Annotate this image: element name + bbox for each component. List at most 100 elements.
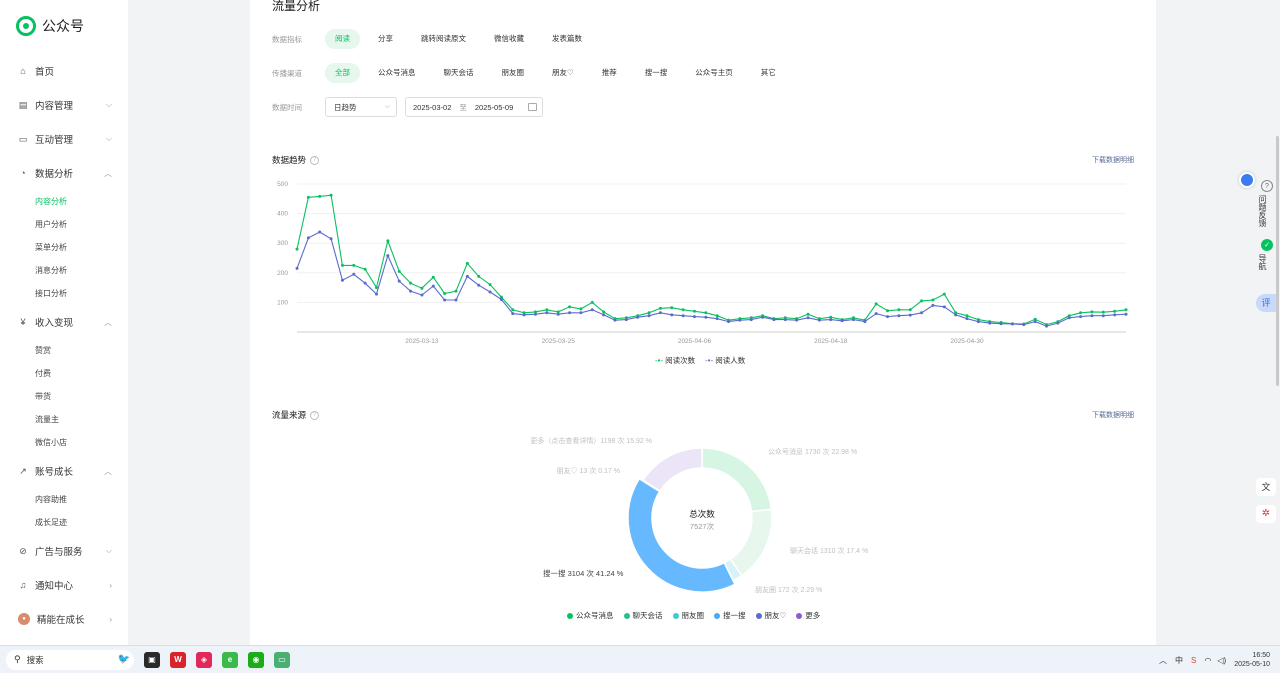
data-point[interactable] — [772, 318, 776, 322]
sidebar-subitem-reward[interactable]: 赞赏 — [0, 339, 128, 362]
data-point[interactable] — [499, 297, 503, 301]
data-point[interactable] — [749, 318, 753, 322]
data-point[interactable] — [783, 318, 787, 322]
data-point[interactable] — [420, 286, 424, 290]
data-point[interactable] — [511, 308, 515, 312]
data-point[interactable] — [465, 274, 469, 278]
data-point[interactable] — [545, 308, 549, 312]
data-point[interactable] — [727, 320, 731, 324]
sidebar-item-growth[interactable]: ↗ 账号成长 ︿ — [0, 454, 128, 488]
data-point[interactable] — [318, 230, 322, 234]
page-scrollbar[interactable] — [1276, 136, 1279, 386]
data-point[interactable] — [363, 281, 367, 285]
data-point[interactable] — [374, 292, 378, 296]
data-point[interactable] — [670, 306, 674, 310]
data-point[interactable] — [488, 290, 492, 294]
donut-slice-0[interactable] — [701, 447, 773, 513]
data-point[interactable] — [352, 263, 356, 267]
sidebar-subitem-api-analysis[interactable]: 接口分析 — [0, 282, 128, 305]
data-point[interactable] — [579, 311, 583, 315]
legend-item-chat[interactable]: 聊天会话 — [623, 610, 663, 621]
sidebar-subitem-footprint[interactable]: 成长足迹 — [0, 511, 128, 534]
data-point[interactable] — [886, 309, 890, 313]
data-point[interactable] — [488, 283, 492, 287]
data-point[interactable] — [329, 237, 333, 241]
help-icon[interactable]: ? — [310, 155, 320, 165]
data-point[interactable] — [965, 314, 969, 318]
data-point[interactable] — [568, 305, 572, 309]
data-point[interactable] — [420, 293, 424, 297]
sidebar-subitem-traffic-host[interactable]: 流量主 — [0, 408, 128, 431]
data-point[interactable] — [590, 308, 594, 312]
legend-item-moments[interactable]: 朋友圈 — [672, 610, 704, 621]
data-point[interactable] — [477, 283, 481, 287]
data-point[interactable] — [874, 302, 878, 306]
data-point[interactable] — [908, 313, 912, 317]
data-point[interactable] — [295, 266, 299, 270]
data-point[interactable] — [920, 311, 924, 315]
sidebar-subitem-menu-analysis[interactable]: 菜单分析 — [0, 236, 128, 259]
data-point[interactable] — [942, 292, 946, 296]
channel-chip-msg[interactable]: 公众号消息 — [368, 63, 426, 83]
trend-download-link[interactable]: 下载数据明细 — [1092, 155, 1134, 165]
data-point[interactable] — [340, 263, 344, 267]
data-point[interactable] — [409, 281, 413, 285]
metric-chip-read[interactable]: 阅读 — [325, 29, 360, 49]
data-point[interactable] — [352, 272, 356, 276]
sidebar-item-content[interactable]: ▤ 内容管理 ⌵ — [0, 88, 128, 122]
data-point[interactable] — [465, 261, 469, 265]
app-pink-icon[interactable]: ◈ — [196, 651, 212, 668]
plugin-icon[interactable]: ✲ — [1256, 505, 1276, 523]
channel-chip-moments[interactable]: 朋友圈 — [492, 63, 535, 83]
data-point[interactable] — [1113, 309, 1117, 313]
data-point[interactable] — [920, 299, 924, 303]
sidebar-subitem-content-analysis[interactable]: 内容分析 — [0, 190, 128, 213]
wifi-icon[interactable]: ◠ — [1204, 656, 1211, 665]
check-icon[interactable]: ✓ — [1261, 239, 1273, 251]
ime-indicator[interactable]: 中 — [1175, 655, 1183, 666]
data-point[interactable] — [704, 315, 708, 319]
data-point[interactable] — [681, 308, 685, 312]
data-point[interactable] — [692, 315, 696, 319]
feedback-button[interactable]: 问题反馈 — [1257, 195, 1268, 227]
data-point[interactable] — [670, 313, 674, 317]
data-point[interactable] — [443, 298, 447, 302]
sidebar-subitem-paid[interactable]: 付费 — [0, 362, 128, 385]
data-point[interactable] — [636, 315, 640, 319]
data-point[interactable] — [590, 300, 594, 304]
data-point[interactable] — [1033, 320, 1037, 324]
donut-slice-1[interactable] — [729, 508, 773, 577]
sidebar-subitem-message-analysis[interactable]: 消息分析 — [0, 259, 128, 282]
data-point[interactable] — [386, 254, 390, 258]
data-point[interactable] — [363, 267, 367, 271]
data-point[interactable] — [817, 318, 821, 322]
data-point[interactable] — [715, 314, 719, 318]
data-point[interactable] — [409, 289, 413, 293]
data-point[interactable] — [931, 303, 935, 307]
data-point[interactable] — [715, 317, 719, 321]
data-point[interactable] — [1113, 313, 1117, 317]
data-point[interactable] — [579, 307, 583, 311]
logo[interactable]: 公众号 — [0, 0, 128, 52]
data-point[interactable] — [886, 315, 890, 319]
data-point[interactable] — [1022, 323, 1026, 327]
data-point[interactable] — [329, 193, 333, 197]
data-point[interactable] — [318, 194, 322, 198]
channel-chip-search[interactable]: 搜一搜 — [635, 63, 678, 83]
data-point[interactable] — [897, 314, 901, 318]
data-point[interactable] — [681, 314, 685, 318]
data-point[interactable] — [795, 318, 799, 322]
chevron-up-icon[interactable]: ︿ — [1159, 655, 1167, 666]
data-point[interactable] — [863, 320, 867, 324]
data-point[interactable] — [942, 305, 946, 309]
data-point[interactable] — [908, 308, 912, 312]
metric-chip-posts[interactable]: 发表篇数 — [542, 29, 592, 49]
data-point[interactable] — [602, 313, 606, 317]
data-point[interactable] — [647, 314, 651, 318]
legend-item-msg[interactable]: 公众号消息 — [567, 610, 614, 621]
data-point[interactable] — [851, 318, 855, 322]
data-point[interactable] — [1124, 312, 1128, 316]
data-point[interactable] — [931, 298, 935, 302]
data-point[interactable] — [1056, 321, 1060, 325]
legend-item-search[interactable]: 搜一搜 — [714, 610, 746, 621]
